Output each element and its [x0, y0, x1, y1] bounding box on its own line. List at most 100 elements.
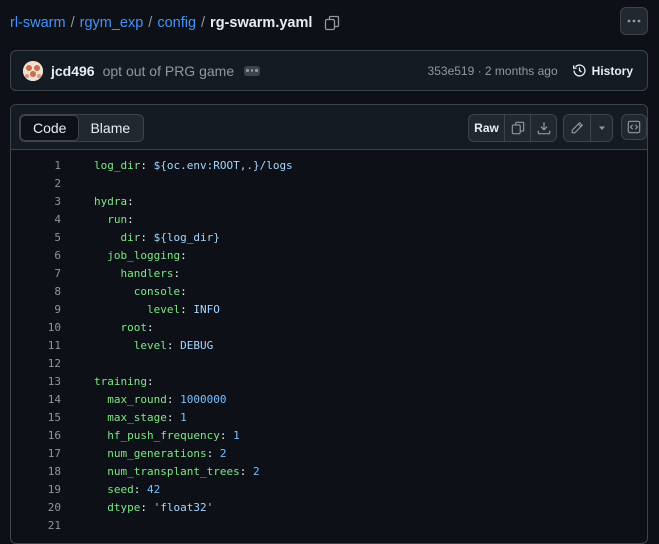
- code-line[interactable]: 6 job_logging:: [11, 246, 647, 264]
- line-number[interactable]: 17: [11, 447, 61, 460]
- yaml-key: num_generations: [107, 446, 207, 460]
- line-number[interactable]: 10: [11, 321, 61, 334]
- breadcrumb-link-config[interactable]: config: [157, 15, 196, 31]
- line-number[interactable]: 20: [11, 501, 61, 514]
- expand-commit-message-button[interactable]: [244, 65, 261, 76]
- history-button[interactable]: History: [572, 63, 633, 78]
- yaml-value: 1000000: [180, 392, 227, 406]
- code-line[interactable]: 20 dtype: 'float32': [11, 498, 647, 516]
- line-content: level: INFO: [61, 303, 220, 316]
- line-number[interactable]: 1: [11, 159, 61, 172]
- copy-raw-button[interactable]: [504, 115, 530, 141]
- yaml-key: dir: [120, 230, 141, 244]
- code-line[interactable]: 14 max_round: 1000000: [11, 390, 647, 408]
- line-number[interactable]: 8: [11, 285, 61, 298]
- code-line[interactable]: 12: [11, 354, 647, 372]
- line-number[interactable]: 5: [11, 231, 61, 244]
- code-line[interactable]: 13 training:: [11, 372, 647, 390]
- yaml-separator: :: [127, 194, 134, 208]
- line-number[interactable]: 6: [11, 249, 61, 262]
- code-line[interactable]: 21: [11, 516, 647, 534]
- code-line[interactable]: 17 num_generations: 2: [11, 444, 647, 462]
- avatar[interactable]: [23, 60, 43, 81]
- yaml-separator: :: [166, 392, 181, 406]
- download-button[interactable]: [530, 115, 556, 141]
- tab-blame[interactable]: Blame: [78, 116, 142, 140]
- line-number[interactable]: 13: [11, 375, 61, 388]
- line-content: run:: [61, 213, 134, 226]
- code-line[interactable]: 4 run:: [11, 210, 647, 228]
- line-content: log_dir: ${oc.env:ROOT,.}/logs: [61, 159, 293, 172]
- breadcrumb: rl-swarm / rgym_exp / config / rg-swarm.…: [10, 12, 340, 34]
- code-line[interactable]: 9 level: INFO: [11, 300, 647, 318]
- yaml-value: INFO: [193, 302, 220, 316]
- line-content: max_round: 1000000: [61, 393, 226, 406]
- commit-hash-time[interactable]: 353e519 · 2 months ago: [428, 64, 558, 78]
- history-icon: [572, 64, 586, 77]
- yaml-key: hydra: [94, 194, 128, 208]
- line-content: num_transplant_trees: 2: [61, 464, 260, 478]
- view-mode-toggle: Code Blame: [19, 114, 145, 142]
- yaml-key: run: [107, 212, 128, 226]
- copy-path-icon[interactable]: [324, 15, 340, 31]
- line-number[interactable]: 16: [11, 429, 61, 442]
- yaml-key: log_dir: [94, 158, 141, 172]
- breadcrumb-link-repo[interactable]: rl-swarm: [10, 15, 66, 31]
- tab-code[interactable]: Code: [20, 115, 80, 141]
- code-line[interactable]: 19 seed: 42: [11, 480, 647, 498]
- copy-icon: [511, 121, 524, 135]
- code-line[interactable]: 15 max_stage: 1: [11, 408, 647, 426]
- raw-button[interactable]: Raw: [469, 115, 504, 141]
- code-line[interactable]: 8 console:: [11, 282, 647, 300]
- line-number[interactable]: 21: [11, 519, 61, 532]
- line-number[interactable]: 15: [11, 411, 61, 424]
- line-number[interactable]: 12: [11, 357, 61, 370]
- code-line[interactable]: 1 log_dir: ${oc.env:ROOT,.}/logs: [11, 156, 647, 174]
- yaml-key: max_stage: [107, 410, 167, 424]
- yaml-separator: :: [173, 266, 181, 280]
- line-number[interactable]: 11: [11, 339, 61, 352]
- line-number[interactable]: 3: [11, 195, 61, 208]
- yaml-value: ${log_dir}: [153, 230, 220, 244]
- commit-message[interactable]: opt out of PRG game: [103, 63, 235, 79]
- symbols-panel-button[interactable]: [621, 114, 647, 140]
- code-line[interactable]: 18 num_transplant_trees: 2: [11, 462, 647, 480]
- yaml-key: seed: [107, 482, 134, 496]
- edit-actions-group: [563, 114, 613, 142]
- line-number[interactable]: 19: [11, 483, 61, 496]
- code-line[interactable]: 10 root:: [11, 318, 647, 336]
- yaml-separator: :: [140, 230, 154, 244]
- pencil-icon: [571, 121, 584, 134]
- yaml-key: handlers: [120, 266, 174, 280]
- line-number[interactable]: 9: [11, 303, 61, 316]
- code-line[interactable]: 2: [11, 174, 647, 192]
- edit-file-button[interactable]: [564, 115, 590, 141]
- line-number[interactable]: 2: [11, 177, 61, 190]
- breadcrumb-link-folder[interactable]: rgym_exp: [80, 15, 144, 31]
- code-line[interactable]: 3 hydra:: [11, 192, 647, 210]
- edit-dropdown-button[interactable]: [590, 115, 612, 141]
- yaml-separator: :: [133, 482, 147, 496]
- code-line[interactable]: 7 handlers:: [11, 264, 647, 282]
- yaml-value: 2: [252, 464, 260, 478]
- code-line[interactable]: 5 dir: ${log_dir}: [11, 228, 647, 246]
- breadcrumb-separator: /: [70, 15, 75, 31]
- line-number[interactable]: 18: [11, 465, 61, 478]
- yaml-key: job_logging: [107, 248, 181, 262]
- yaml-key: level: [133, 338, 167, 352]
- line-number[interactable]: 4: [11, 213, 61, 226]
- kebab-horizontal-icon: [627, 19, 641, 23]
- code-line[interactable]: 16 hf_push_frequency: 1: [11, 426, 647, 444]
- code-line[interactable]: 11 level: DEBUG: [11, 336, 647, 354]
- line-content: root:: [61, 321, 154, 334]
- more-options-button[interactable]: [620, 7, 648, 35]
- latest-commit-bar: jcd496 opt out of PRG game 353e519 · 2 m…: [10, 50, 648, 91]
- line-number[interactable]: 14: [11, 393, 61, 406]
- commit-author[interactable]: jcd496: [51, 63, 95, 79]
- yaml-value: ${oc.env:ROOT,.}/logs: [153, 158, 293, 172]
- yaml-separator: :: [219, 428, 234, 442]
- line-number[interactable]: 7: [11, 267, 61, 280]
- yaml-separator: :: [140, 500, 154, 514]
